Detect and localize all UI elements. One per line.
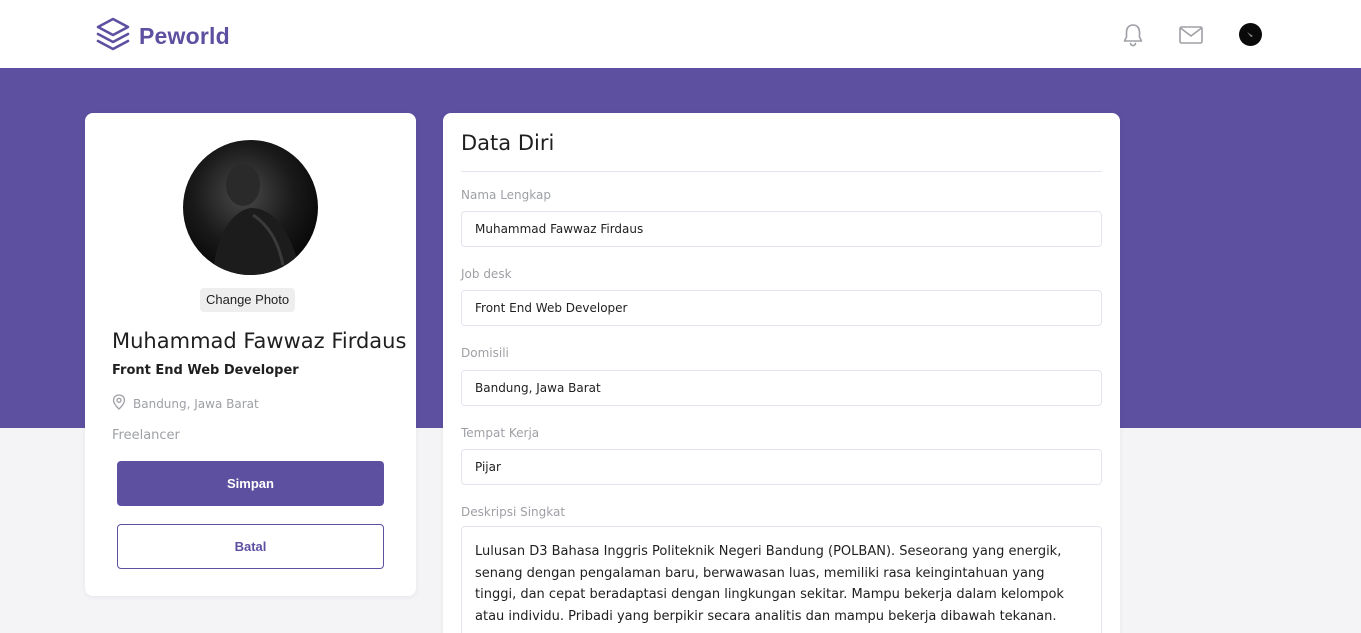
- job-desk-input[interactable]: [461, 290, 1102, 326]
- domicile-input[interactable]: [461, 370, 1102, 406]
- personal-data-form: Data Diri Nama Lengkap Job desk Domisili…: [443, 113, 1120, 633]
- profile-job: Front End Web Developer: [112, 363, 299, 378]
- layers-logo-icon: [95, 16, 131, 56]
- description-textarea[interactable]: Lulusan D3 Bahasa Inggris Politeknik Neg…: [461, 526, 1102, 633]
- divider: [461, 171, 1102, 172]
- description-label: Deskripsi Singkat: [461, 505, 566, 519]
- navbar: Peworld: [0, 0, 1361, 68]
- profile-card: Change Photo Muhammad Fawwaz Firdaus Fro…: [85, 113, 416, 596]
- change-photo-button[interactable]: Change Photo: [200, 288, 296, 312]
- profile-employment-type: Freelancer: [112, 428, 180, 443]
- mail-icon[interactable]: [1178, 22, 1204, 48]
- location-text: Bandung, Jawa Barat: [133, 396, 259, 411]
- job-desk-label: Job desk: [461, 267, 512, 281]
- save-button[interactable]: Simpan: [117, 461, 384, 506]
- workplace-input[interactable]: [461, 449, 1102, 485]
- domicile-label: Domisili: [461, 346, 509, 360]
- brand-logo[interactable]: Peworld: [95, 16, 230, 56]
- profile-name: Muhammad Fawwaz Firdaus: [112, 329, 407, 353]
- bell-icon[interactable]: [1120, 22, 1146, 48]
- workplace-label: Tempat Kerja: [461, 426, 540, 440]
- profile-location: Bandung, Jawa Barat: [112, 394, 259, 413]
- brand-name: Peworld: [139, 22, 230, 49]
- full-name-label: Nama Lengkap: [461, 188, 551, 202]
- form-title: Data Diri: [461, 131, 555, 155]
- location-pin-icon: [112, 394, 126, 413]
- avatar[interactable]: [1239, 23, 1262, 46]
- cancel-button[interactable]: Batal: [117, 524, 384, 569]
- profile-photo: [183, 140, 318, 275]
- full-name-input[interactable]: [461, 211, 1102, 247]
